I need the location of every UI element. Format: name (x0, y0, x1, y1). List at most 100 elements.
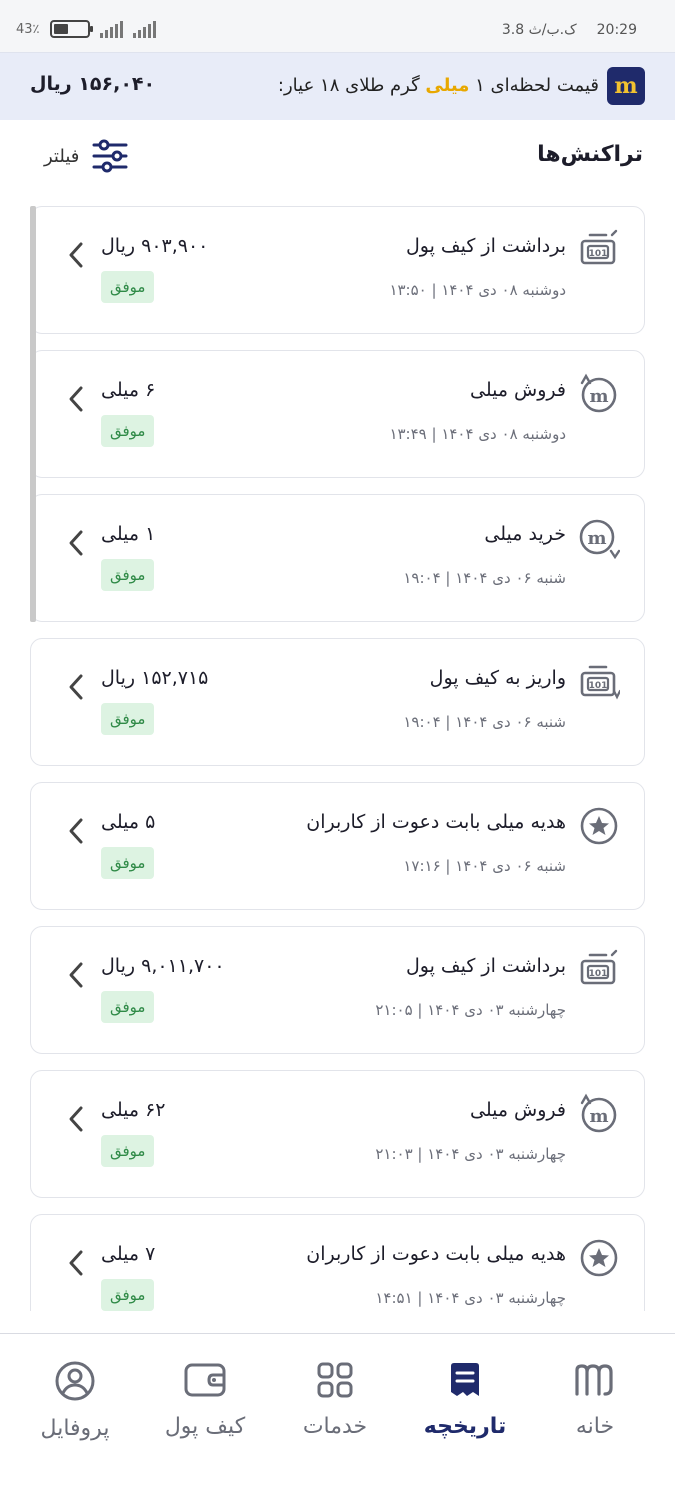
transaction-amount: ۶ میلی (101, 379, 156, 401)
chevron-left-icon (69, 674, 83, 700)
transaction-card[interactable]: هدیه میلی بابت دعوت از کاربران چهارشنبه … (30, 1214, 645, 1311)
transaction-card[interactable]: 101 برداشت از کیف پول دوشنبه ۰۸ دی ۱۴۰۴ … (30, 206, 645, 334)
price-label: قیمت لحظه‌ای ۱ میلی گرم طلای ۱۸ عیار: (278, 75, 599, 96)
services-grid-icon (317, 1362, 353, 1398)
transaction-date: شنبه ۰۶ دی ۱۴۰۴ | ۱۹:۰۴ (403, 713, 566, 731)
transaction-amount: ۱ میلی (101, 523, 156, 545)
svg-text:101: 101 (589, 969, 608, 979)
transaction-card[interactable]: m فروش میلی دوشنبه ۰۸ دی ۱۴۰۴ | ۱۳:۴۹ ۶ … (30, 350, 645, 478)
svg-text:m: m (589, 1106, 608, 1127)
wallet-deposit-icon: 101 (580, 665, 620, 700)
chevron-left-icon (69, 530, 83, 556)
gold-price-bar: m قیمت لحظه‌ای ۱ میلی گرم طلای ۱۸ عیار: … (0, 52, 675, 120)
filter-label: فیلتر (44, 145, 80, 167)
nav-home-label: خانه (575, 1414, 615, 1439)
transaction-date: شنبه ۰۶ دی ۱۴۰۴ | ۱۷:۱۶ (403, 857, 566, 875)
nav-wallet[interactable]: کیف پول (140, 1360, 270, 1460)
wallet-withdraw-icon: 101 (580, 229, 618, 265)
transaction-amount: ۷ میلی (101, 1243, 156, 1265)
history-receipt-icon (451, 1363, 479, 1396)
transaction-card[interactable]: 101 برداشت از کیف پول چهارشنبه ۰۳ دی ۱۴۰… (30, 926, 645, 1054)
transaction-date: شنبه ۰۶ دی ۱۴۰۴ | ۱۹:۰۴ (403, 569, 566, 587)
status-left: 43٪ (16, 20, 156, 38)
transaction-date: چهارشنبه ۰۳ دی ۱۴۰۴ | ۲۱:۰۵ (375, 1001, 566, 1019)
transaction-amount: ۱۵۲,۷۱۵ ریال (101, 667, 209, 689)
nav-services[interactable]: خدمات (270, 1360, 400, 1460)
nav-history[interactable]: تاریخچه (400, 1360, 530, 1460)
milli-sell-icon: m (580, 373, 617, 413)
nav-profile-label: پروفایل (40, 1416, 110, 1441)
svg-text:m: m (587, 528, 606, 549)
price-label-suffix: گرم طلای ۱۸ عیار: (277, 75, 426, 96)
transaction-amount: ۹۰۳,۹۰۰ ریال (101, 235, 209, 257)
transaction-title: خرید میلی (484, 523, 566, 545)
transaction-card[interactable]: m خرید میلی شنبه ۰۶ دی ۱۴۰۴ | ۱۹:۰۴ ۱ می… (30, 494, 645, 622)
transaction-date: چهارشنبه ۰۳ دی ۱۴۰۴ | ۲۱:۰۳ (375, 1145, 566, 1163)
transaction-amount: ۵ میلی (101, 811, 156, 833)
clock: 20:29 (596, 22, 637, 38)
transaction-card[interactable]: هدیه میلی بابت دعوت از کاربران شنبه ۰۶ د… (30, 782, 645, 910)
transaction-title: فروش میلی (469, 379, 566, 401)
transaction-title: هدیه میلی بابت دعوت از کاربران (306, 1243, 566, 1265)
status-badge: موفق (101, 847, 155, 879)
status-badge: موفق (101, 1279, 155, 1311)
status-badge: موفق (101, 703, 155, 735)
svg-text:101: 101 (589, 681, 608, 691)
battery-fill (53, 24, 68, 34)
status-badge: موفق (101, 559, 155, 591)
nav-profile[interactable]: پروفایل (10, 1360, 140, 1460)
data-rate: 3.8 ک.ب/ث (501, 22, 577, 38)
bottom-navigation: خانه تاریخچه خدمات کیف پول پروفایل (0, 1333, 675, 1500)
chevron-left-icon (69, 1106, 83, 1132)
chevron-left-icon (69, 962, 83, 988)
nav-home[interactable]: خانه (530, 1360, 660, 1460)
chevron-left-icon (69, 818, 83, 844)
star-gift-icon (580, 1239, 618, 1277)
status-badge: موفق (101, 991, 155, 1023)
transaction-list[interactable]: 101 برداشت از کیف پول دوشنبه ۰۸ دی ۱۴۰۴ … (30, 206, 645, 1311)
milli-logo-icon: m (607, 67, 645, 105)
transaction-card[interactable]: m فروش میلی چهارشنبه ۰۳ دی ۱۴۰۴ | ۲۱:۰۳ … (30, 1070, 645, 1198)
milli-buy-icon: m (579, 519, 620, 559)
nav-wallet-label: کیف پول (164, 1414, 246, 1439)
transaction-date: دوشنبه ۰۸ دی ۱۴۰۴ | ۱۳:۵۰ (389, 281, 566, 299)
star-gift-icon (580, 807, 618, 845)
transaction-amount: ۶۲ میلی (101, 1099, 166, 1121)
home-milli-icon (575, 1364, 613, 1396)
filter-button[interactable]: فیلتر (44, 138, 129, 174)
status-badge: موفق (101, 415, 155, 447)
cell-signal-icon (132, 20, 156, 38)
transaction-title: واریز به کیف پول (429, 667, 566, 689)
chevron-left-icon (69, 1250, 83, 1276)
transaction-title: برداشت از کیف پول (405, 235, 566, 257)
status-badge: موفق (101, 1135, 155, 1167)
battery-icon (49, 20, 93, 38)
milli-sell-icon: m (580, 1093, 617, 1133)
battery-percent: 43٪ (16, 21, 40, 37)
transaction-card[interactable]: 101 واریز به کیف پول شنبه ۰۶ دی ۱۴۰۴ | ۱… (30, 638, 645, 766)
chevron-left-icon (69, 242, 83, 268)
profile-user-icon (55, 1361, 95, 1401)
svg-text:101: 101 (589, 249, 608, 259)
wallet-withdraw-icon: 101 (580, 949, 618, 985)
wallet-icon (184, 1363, 226, 1397)
transaction-amount: ۹,۰۱۱,۷۰۰ ریال (101, 955, 225, 977)
wifi-signal-icon (99, 20, 123, 38)
scroll-indicator[interactable] (30, 206, 36, 622)
status-badge: موفق (101, 271, 155, 303)
transaction-title: هدیه میلی بابت دعوت از کاربران (306, 811, 566, 833)
transaction-date: دوشنبه ۰۸ دی ۱۴۰۴ | ۱۳:۴۹ (389, 425, 566, 443)
status-bar: 43٪ 3.8 ک.ب/ث 20:29 (0, 0, 675, 52)
filter-sliders-icon (92, 139, 128, 173)
transaction-title: فروش میلی (469, 1099, 566, 1121)
transaction-date: چهارشنبه ۰۳ دی ۱۴۰۴ | ۱۴:۵۱ (375, 1289, 566, 1307)
chevron-left-icon (69, 386, 83, 412)
nav-services-label: خدمات (302, 1414, 368, 1439)
gold-price-value: ۱۵۶,۰۴۰ ریال (30, 73, 156, 95)
svg-text:m: m (589, 386, 608, 407)
transaction-title: برداشت از کیف پول (405, 955, 566, 977)
price-label-highlight: میلی (425, 75, 470, 96)
page-title: تراکنش‌ها (537, 142, 643, 167)
status-right: 3.8 ک.ب/ث 20:29 (502, 22, 637, 38)
nav-history-label: تاریخچه (423, 1414, 507, 1439)
